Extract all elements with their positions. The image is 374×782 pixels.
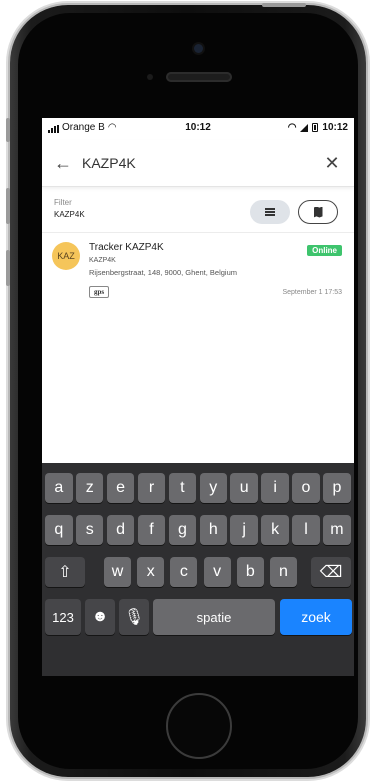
tracker-subtitle: KAZP4K bbox=[89, 257, 116, 264]
cellular-icon bbox=[300, 123, 309, 132]
search-input[interactable]: KAZP4K bbox=[82, 155, 324, 171]
keyboard: azertyuiop qsdfghjklm ⇧ ⌫ wxcvbn 123 ☻ 🎙… bbox=[42, 463, 354, 676]
status-badge: Online bbox=[307, 245, 342, 256]
battery-icon bbox=[312, 123, 319, 132]
proximity-sensor bbox=[147, 74, 153, 80]
volume-up-button bbox=[6, 188, 10, 224]
emoji-icon[interactable]: ☻ bbox=[85, 599, 115, 635]
keyboard-row-1: azertyuiop bbox=[42, 473, 354, 503]
shift-key[interactable]: ⇧ bbox=[45, 557, 85, 587]
filter-row: Filter KAZP4K bbox=[42, 188, 354, 233]
key-m[interactable]: m bbox=[323, 515, 351, 545]
volume-down-button bbox=[6, 250, 10, 286]
close-icon[interactable]: ✕ bbox=[324, 154, 340, 172]
key-d[interactable]: d bbox=[106, 515, 135, 545]
key-y[interactable]: y bbox=[199, 473, 228, 503]
tracker-title: Tracker KAZP4K bbox=[89, 242, 164, 253]
key-f[interactable]: f bbox=[137, 515, 166, 545]
arrow-left-icon[interactable]: ← bbox=[54, 154, 72, 172]
home-button[interactable] bbox=[166, 693, 232, 759]
key-g[interactable]: g bbox=[168, 515, 197, 545]
key-k[interactable]: k bbox=[261, 515, 289, 545]
front-camera bbox=[194, 44, 203, 53]
key-c[interactable]: c bbox=[170, 557, 198, 587]
app-screen: Orange B ◠ 10:12 ◠ 10:12 ← KAZP4K ✕ Filt… bbox=[42, 118, 354, 676]
key-b[interactable]: b bbox=[236, 557, 264, 587]
key-o[interactable]: o bbox=[292, 473, 320, 503]
key-z[interactable]: z bbox=[75, 473, 104, 503]
list-view-button[interactable] bbox=[250, 200, 290, 224]
backspace-icon[interactable]: ⌫ bbox=[311, 557, 351, 587]
gps-tag: gps bbox=[89, 286, 110, 298]
key-e[interactable]: e bbox=[106, 473, 135, 503]
key-w[interactable]: w bbox=[104, 557, 131, 587]
search-key[interactable]: zoek bbox=[280, 599, 352, 635]
microphone-icon[interactable]: 🎙 bbox=[119, 599, 149, 635]
space-key[interactable]: spatie bbox=[153, 599, 275, 635]
key-r[interactable]: r bbox=[137, 473, 166, 503]
key-q[interactable]: q bbox=[45, 515, 73, 545]
map-view-button[interactable] bbox=[298, 200, 338, 224]
status-right-group: ◠ 10:12 bbox=[288, 122, 348, 133]
keyboard-row-3: ⇧ ⌫ wxcvbn bbox=[42, 557, 354, 587]
key-j[interactable]: j bbox=[230, 515, 258, 545]
key-s[interactable]: s bbox=[75, 515, 104, 545]
map-icon bbox=[313, 206, 323, 218]
tracker-address: Rijsenbergstraat, 148, 9000, Ghent, Belg… bbox=[89, 268, 238, 277]
filter-value[interactable]: KAZP4K bbox=[54, 210, 85, 219]
wifi-icon: ◠ bbox=[287, 121, 297, 133]
tracker-date: September 1 17:53 bbox=[282, 289, 342, 296]
power-button bbox=[262, 3, 306, 7]
numbers-key[interactable]: 123 bbox=[45, 599, 81, 635]
tracker-list-item[interactable]: KAZ Tracker KAZP4K KAZP4K Rijsenbergstra… bbox=[42, 236, 354, 314]
key-p[interactable]: p bbox=[323, 473, 351, 503]
status-bar: Orange B ◠ 10:12 ◠ 10:12 bbox=[42, 118, 354, 138]
mute-switch bbox=[6, 118, 10, 142]
key-i[interactable]: i bbox=[261, 473, 289, 503]
earpiece-speaker bbox=[166, 72, 232, 82]
keyboard-row-4: 123 ☻ 🎙 spatie zoek bbox=[42, 599, 354, 635]
key-a[interactable]: a bbox=[45, 473, 73, 503]
key-x[interactable]: x bbox=[137, 557, 165, 587]
search-bar: ← KAZP4K ✕ bbox=[42, 140, 354, 187]
keyboard-row-2: qsdfghjklm bbox=[42, 515, 354, 545]
key-u[interactable]: u bbox=[230, 473, 258, 503]
key-v[interactable]: v bbox=[203, 557, 231, 587]
status-time-right: 10:12 bbox=[322, 122, 348, 133]
key-h[interactable]: h bbox=[199, 515, 228, 545]
avatar: KAZ bbox=[52, 242, 80, 270]
key-t[interactable]: t bbox=[168, 473, 197, 503]
list-icon bbox=[265, 208, 275, 216]
key-l[interactable]: l bbox=[292, 515, 320, 545]
filter-label: Filter bbox=[54, 198, 72, 207]
key-n[interactable]: n bbox=[270, 557, 297, 587]
